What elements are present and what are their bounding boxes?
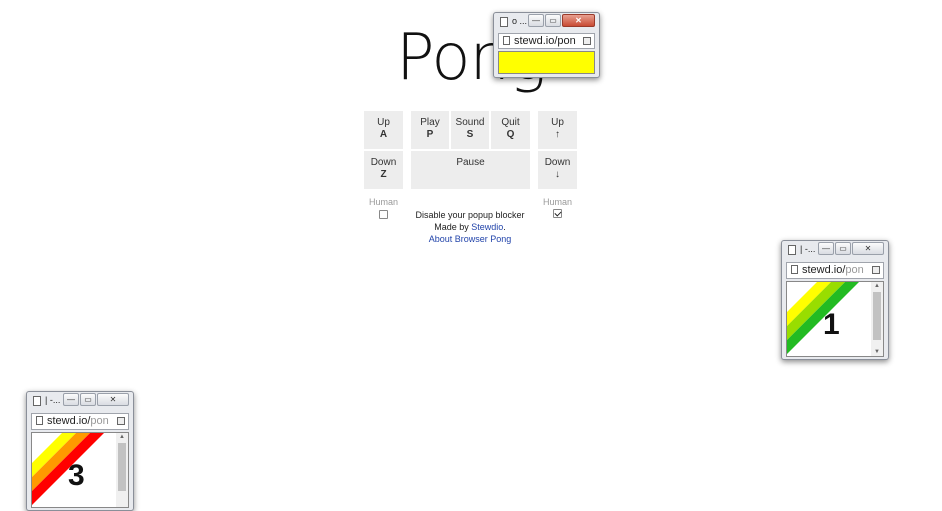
close-button[interactable]: ✕: [562, 14, 595, 27]
right-score-popup-urlbar[interactable]: stewd.io/pon: [786, 262, 884, 279]
left-score-popup-url: stewd.io/: [47, 415, 91, 427]
maximize-button[interactable]: ▭: [835, 242, 851, 255]
sound-key: S: [466, 129, 474, 140]
scroll-up-arrow[interactable]: ▲: [119, 434, 125, 440]
left-up-button[interactable]: Up A: [364, 111, 403, 149]
right-down-label: Down: [544, 157, 571, 168]
page-icon: [788, 245, 796, 255]
popup-blocker-notice: Disable your popup blocker: [415, 210, 525, 220]
page-icon: [36, 416, 43, 425]
scrollbar-thumb[interactable]: [873, 292, 881, 340]
close-button[interactable]: ✕: [852, 242, 884, 255]
about-link[interactable]: About Browser Pong: [429, 234, 512, 244]
ball-popup-content: [498, 51, 595, 74]
left-score-popup-content: 3 ▲: [31, 432, 129, 508]
scrollbar[interactable]: ▲: [116, 433, 128, 507]
close-button[interactable]: ✕: [97, 393, 129, 406]
scrollbar-thumb[interactable]: [118, 443, 126, 491]
pause-label: Pause: [456, 157, 485, 168]
minimize-button[interactable]: —: [63, 393, 79, 406]
made-by-prefix: Made by: [434, 222, 469, 232]
stewdio-link[interactable]: Stewdio: [471, 222, 503, 232]
translate-icon: [583, 37, 591, 45]
minimize-button[interactable]: —: [818, 242, 834, 255]
right-up-button[interactable]: Up ↑: [538, 111, 577, 149]
ball-fill: [499, 52, 594, 73]
maximize-button[interactable]: ▭: [80, 393, 96, 406]
left-score-popup-window[interactable]: | -... — ▭ ✕ stewd.io/pon 3 ▲: [26, 391, 134, 511]
right-score-popup-title: | -...: [800, 244, 816, 254]
scroll-down-arrow[interactable]: ▼: [874, 349, 880, 355]
pause-button[interactable]: Pause: [411, 151, 530, 189]
right-score-popup-content: 1 ▲ ▼: [786, 281, 884, 357]
left-down-button[interactable]: Down Z: [364, 151, 403, 189]
left-up-label: Up: [377, 117, 390, 128]
info-block: Disable your popup blocker Made by Stewd…: [400, 209, 540, 245]
page-icon: [500, 17, 508, 27]
right-human-checkbox[interactable]: [553, 209, 562, 218]
play-button[interactable]: Play P: [411, 111, 449, 149]
left-score-popup-titlebar[interactable]: | -... — ▭ ✕: [27, 392, 133, 410]
right-down-key: ↓: [555, 169, 560, 180]
right-score-popup-url: stewd.io/: [802, 264, 846, 276]
made-by-suffix: .: [503, 222, 506, 232]
right-score-popup-titlebar[interactable]: | -... — ▭ ✕: [782, 241, 888, 259]
quit-label: Quit: [501, 117, 520, 128]
left-score-popup-urlbar[interactable]: stewd.io/pon: [31, 413, 129, 430]
right-score-popup-url-rest: pon: [845, 264, 864, 276]
play-label: Play: [420, 117, 440, 128]
scroll-up-arrow[interactable]: ▲: [874, 283, 880, 289]
sound-label: Sound: [455, 117, 485, 128]
quit-button[interactable]: Quit Q: [491, 111, 530, 149]
right-down-button[interactable]: Down ↓: [538, 151, 577, 189]
right-score: 1: [823, 308, 840, 341]
right-up-label: Up: [551, 117, 564, 128]
ball-popup-titlebar[interactable]: o ... — ▭ ✕: [494, 13, 599, 31]
page-icon: [503, 36, 510, 45]
page-icon: [33, 396, 41, 406]
scrollbar[interactable]: ▲ ▼: [871, 282, 883, 356]
left-score: 3: [68, 459, 85, 492]
maximize-button[interactable]: ▭: [545, 14, 561, 27]
right-up-key: ↑: [555, 129, 560, 140]
left-score-popup-title: | -...: [45, 395, 61, 405]
right-human-label: Human: [542, 197, 572, 207]
page-icon: [791, 265, 798, 274]
translate-icon: [872, 266, 880, 274]
left-score-popup-url-rest: pon: [90, 415, 109, 427]
translate-icon: [117, 417, 125, 425]
left-human-label: Human: [368, 197, 398, 207]
left-down-key: Z: [380, 169, 387, 180]
left-human-checkbox[interactable]: [379, 210, 388, 219]
ball-popup-window[interactable]: o ... — ▭ ✕ stewd.io/pon: [493, 12, 600, 78]
sound-button[interactable]: Sound S: [451, 111, 489, 149]
ball-popup-url: stewd.io/pon: [514, 35, 576, 47]
minimize-button[interactable]: —: [528, 14, 544, 27]
ball-popup-urlbar[interactable]: stewd.io/pon: [498, 33, 595, 49]
quit-key: Q: [506, 129, 515, 140]
left-down-label: Down: [370, 157, 397, 168]
made-by-line: Made by Stewdio.: [400, 221, 540, 233]
play-key: P: [426, 129, 434, 140]
ball-popup-title: o ...: [512, 16, 528, 26]
left-up-key: A: [379, 129, 388, 140]
right-score-popup-window[interactable]: | -... — ▭ ✕ stewd.io/pon 1 ▲ ▼: [781, 240, 889, 360]
